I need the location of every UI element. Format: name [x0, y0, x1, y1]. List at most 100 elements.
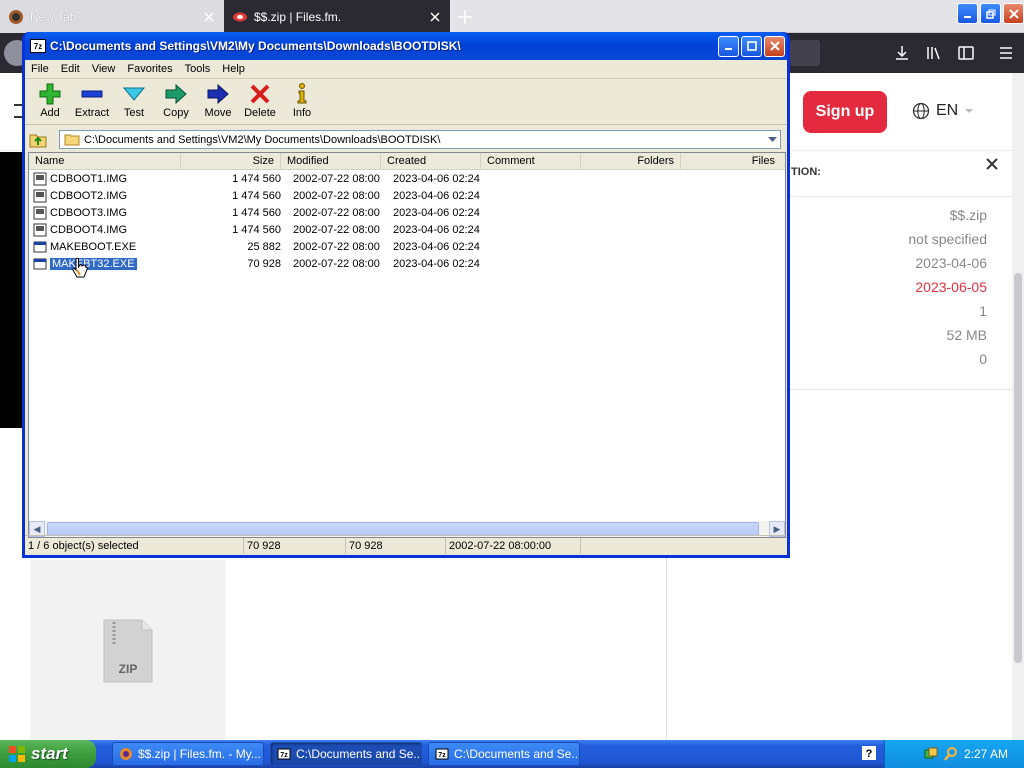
- menu-tools[interactable]: Tools: [179, 63, 217, 75]
- close-icon[interactable]: [984, 156, 1000, 172]
- column-files[interactable]: Files: [681, 153, 781, 169]
- chevron-down-icon: [965, 109, 974, 113]
- download-icon[interactable]: [892, 43, 912, 63]
- taskbar-button-7zip-2[interactable]: 7z C:\Documents and Se...: [428, 742, 580, 766]
- move-label: Move: [204, 107, 232, 119]
- column-headers: Name Size Modified Created Comment Folde…: [29, 153, 785, 170]
- menu-view[interactable]: View: [86, 63, 122, 75]
- window-title: C:\Documents and Settings\VM2\My Documen…: [50, 39, 461, 53]
- menu-icon[interactable]: [996, 43, 1016, 63]
- info-created-date: 2023-04-06: [915, 255, 987, 271]
- taskbar: start $$.zip | Files.fm. - My... 7z C:\D…: [0, 740, 1024, 768]
- toolbar: Add Extract Test Copy Move Delete Info: [25, 79, 787, 125]
- column-size[interactable]: Size: [181, 153, 281, 169]
- video-preview-area: [0, 152, 22, 428]
- page-scrollbar[interactable]: [1012, 73, 1024, 740]
- scrollbar-thumb[interactable]: [47, 522, 759, 536]
- close-button[interactable]: [764, 35, 785, 57]
- new-tab-plus-icon[interactable]: [454, 6, 476, 28]
- taskbar-button-7zip-1[interactable]: 7z C:\Documents and Se...: [270, 742, 422, 766]
- minimize-button[interactable]: [957, 3, 978, 24]
- file-row[interactable]: CDBOOT3.IMG 1 474 560 2002-07-22 08:00 2…: [29, 204, 785, 221]
- clock: 2:27 AM: [963, 747, 1008, 761]
- zip-file-icon[interactable]: ZIP: [102, 618, 154, 684]
- browser-tab-new-tab[interactable]: New Tab: [0, 0, 224, 33]
- start-label: start: [31, 744, 68, 763]
- info-panel-title: TION:: [791, 166, 821, 178]
- windows-logo-icon: [9, 746, 25, 762]
- copy-button[interactable]: Copy: [155, 79, 197, 123]
- close-button[interactable]: [1003, 3, 1024, 24]
- move-icon: [207, 83, 229, 105]
- browser-tab-files-fm[interactable]: $$.zip | Files.fm.: [224, 0, 450, 33]
- library-icon[interactable]: [924, 43, 944, 63]
- up-folder-icon[interactable]: [27, 128, 49, 150]
- file-name: CDBOOT2.IMG: [50, 189, 128, 202]
- file-row[interactable]: CDBOOT1.IMG 1 474 560 2002-07-22 08:00 2…: [29, 170, 785, 187]
- menu-file[interactable]: File: [25, 63, 55, 75]
- folder-icon: [64, 134, 80, 146]
- file-row[interactable]: CDBOOT4.IMG 1 474 560 2002-07-22 08:00 2…: [29, 221, 785, 238]
- column-comment[interactable]: Comment: [481, 153, 581, 169]
- language-selector[interactable]: EN: [912, 102, 974, 120]
- 7zip-app-icon: 7z: [30, 39, 46, 53]
- column-name[interactable]: Name: [29, 153, 181, 169]
- content-pane: [226, 560, 666, 740]
- file-modified: 2002-07-22 08:00: [293, 257, 380, 270]
- menu-edit[interactable]: Edit: [55, 63, 86, 75]
- sidebar-icon[interactable]: [956, 43, 976, 63]
- close-tab-icon[interactable]: [202, 10, 216, 24]
- taskbar-button-firefox[interactable]: $$.zip | Files.fm. - My...: [112, 742, 264, 766]
- search-icon[interactable]: [943, 746, 959, 762]
- minimize-button[interactable]: [718, 35, 739, 57]
- maximize-button[interactable]: [741, 35, 762, 57]
- scrollbar-thumb[interactable]: [1014, 273, 1022, 663]
- image-file-icon: [33, 206, 47, 219]
- start-button[interactable]: start: [0, 740, 96, 768]
- taskbar-label: C:\Documents and Se...: [454, 747, 580, 761]
- 7zip-window: 7z C:\Documents and Settings\VM2\My Docu…: [22, 32, 790, 558]
- language-label: EN: [936, 102, 959, 119]
- column-folders[interactable]: Folders: [581, 153, 681, 169]
- maximize-icon: [746, 41, 757, 51]
- info-expiry-date: 2023-06-05: [915, 279, 987, 295]
- window-titlebar[interactable]: 7z C:\Documents and Settings\VM2\My Docu…: [25, 32, 787, 60]
- path-dropdown-button[interactable]: [764, 131, 780, 148]
- executable-file-icon: [33, 258, 47, 269]
- column-modified[interactable]: Modified: [281, 153, 381, 169]
- file-created: 2023-04-06 02:24: [393, 206, 480, 219]
- sign-up-button[interactable]: Sign up: [803, 91, 887, 133]
- file-row[interactable]: CDBOOT2.IMG 1 474 560 2002-07-22 08:00 2…: [29, 187, 785, 204]
- test-icon: [122, 87, 146, 101]
- status-packed-size: 70 928: [346, 537, 446, 554]
- add-button[interactable]: Add: [29, 79, 71, 123]
- file-size: 1 474 560: [232, 223, 281, 236]
- file-row[interactable]: MAKEBOOT.EXE 25 882 2002-07-22 08:00 202…: [29, 238, 785, 255]
- url-bar[interactable]: [790, 40, 820, 66]
- file-size: 1 474 560: [232, 172, 281, 185]
- image-file-icon: [33, 189, 47, 202]
- move-button[interactable]: Move: [197, 79, 239, 123]
- info-button[interactable]: Info: [281, 79, 323, 123]
- extract-button[interactable]: Extract: [71, 79, 113, 123]
- restore-button[interactable]: [980, 3, 1001, 24]
- info-filename: $$.zip: [949, 207, 987, 223]
- test-label: Test: [123, 107, 145, 119]
- file-created: 2023-04-06 02:24: [393, 257, 480, 270]
- restore-icon: [985, 9, 995, 19]
- close-tab-icon[interactable]: [428, 10, 442, 24]
- test-button[interactable]: Test: [113, 79, 155, 123]
- column-created[interactable]: Created: [381, 153, 481, 169]
- address-bar: C:\Documents and Settings\VM2\My Documen…: [25, 127, 787, 151]
- path-combobox[interactable]: C:\Documents and Settings\VM2\My Documen…: [59, 130, 781, 149]
- menu-help[interactable]: Help: [216, 63, 251, 75]
- file-row-selected[interactable]: MAKEBT32.EXE 70 928 2002-07-22 08:00 202…: [29, 255, 785, 272]
- network-icon[interactable]: [923, 746, 939, 762]
- globe-icon: [912, 102, 930, 120]
- menu-favorites[interactable]: Favorites: [121, 63, 178, 75]
- window-controls: [718, 35, 785, 57]
- help-icon[interactable]: ?: [862, 746, 876, 760]
- delete-button[interactable]: Delete: [239, 79, 281, 123]
- file-modified: 2002-07-22 08:00: [293, 172, 380, 185]
- file-modified: 2002-07-22 08:00: [293, 223, 380, 236]
